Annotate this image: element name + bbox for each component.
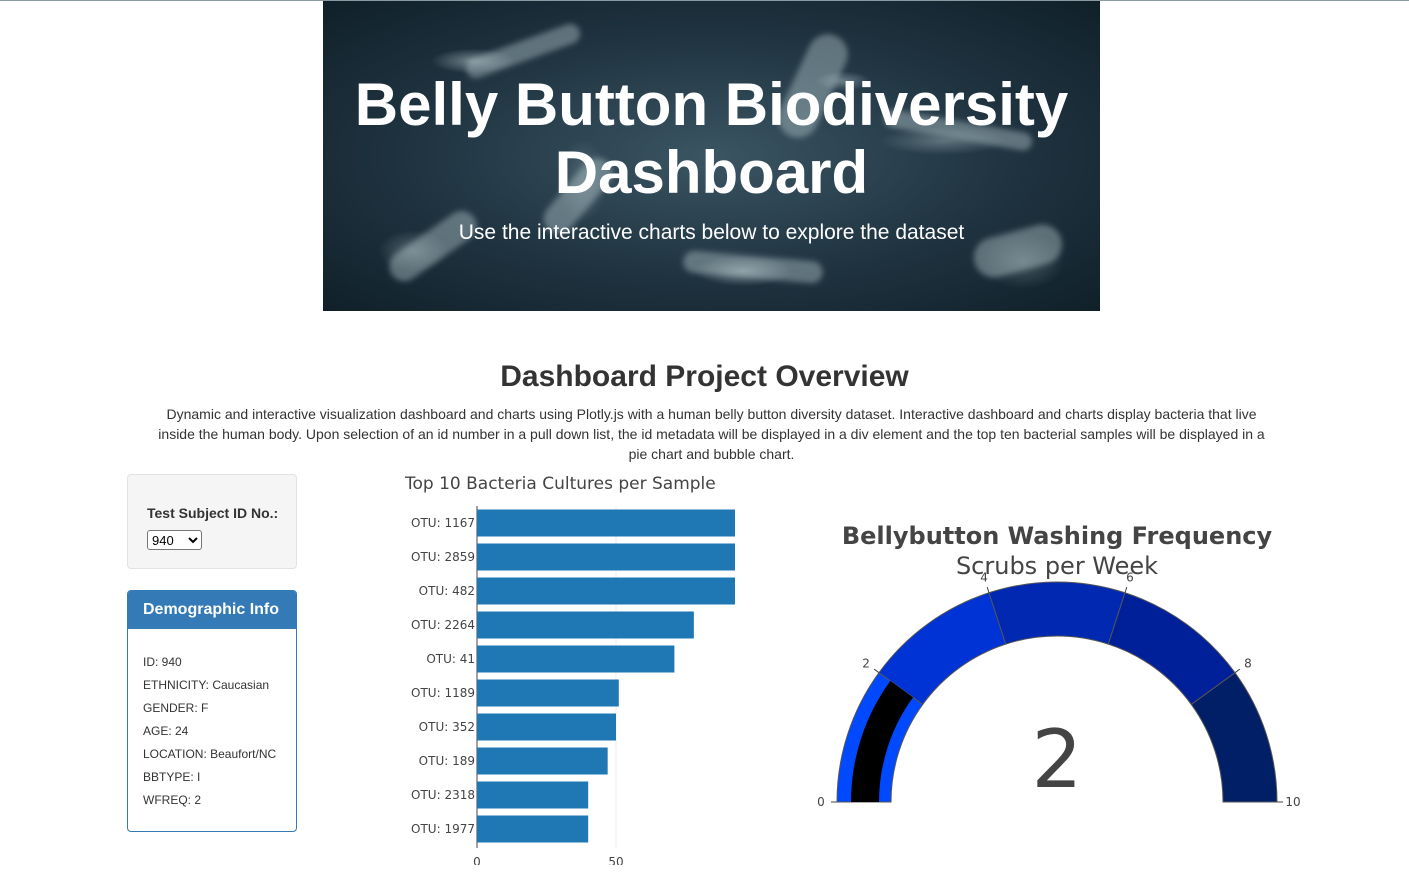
bar-mark[interactable] <box>477 611 694 639</box>
demographic-row-bbtype: BBTYPE: I <box>143 770 201 784</box>
demographic-info-heading: Demographic Info <box>128 591 296 629</box>
demographic-row-location: LOCATION: Beaufort/NC <box>143 747 277 761</box>
demographic-row-id: ID: 940 <box>143 655 182 669</box>
bar-mark[interactable] <box>477 747 608 775</box>
bar-x-tick-label: 50 <box>608 855 623 865</box>
bar-y-tick-label: OTU: 1189 <box>411 686 475 700</box>
gauge-tick-label: 0 <box>817 795 825 809</box>
hero-banner: Belly Button Biodiversity Dashboard Use … <box>323 1 1100 311</box>
gauge-title: Bellybutton Washing Frequency <box>842 522 1273 550</box>
bar-y-tick-label: OTU: 41 <box>426 652 475 666</box>
demographic-info-body: ID: 940 ETHNICITY: Caucasian GENDER: F A… <box>128 629 296 812</box>
bar-y-tick-label: OTU: 1167 <box>411 516 475 530</box>
bacteria-shape <box>682 249 824 285</box>
gauge-tick-label: 6 <box>1126 571 1134 585</box>
gauge-tick-mark <box>1124 586 1128 593</box>
bar-mark[interactable] <box>477 577 735 605</box>
bar-chart-title: Top 10 Bacteria Cultures per Sample <box>404 474 716 494</box>
gauge-value-text: 2 <box>1032 713 1083 806</box>
overview-description: Dynamic and interactive visualization da… <box>158 406 1265 462</box>
top10-bar-chart[interactable]: Top 10 Bacteria Cultures per Sample OTU:… <box>395 465 735 865</box>
bar-mark[interactable] <box>477 509 735 537</box>
demographic-info-panel: Demographic Info ID: 940 ETHNICITY: Cauc… <box>127 590 297 832</box>
bar-x-tick-label: 0 <box>473 855 481 865</box>
page-subtitle: Use the interactive charts below to expl… <box>458 221 965 244</box>
bar-y-tick-label: OTU: 2859 <box>411 550 475 564</box>
bacteria-shape <box>383 205 483 287</box>
gauge-tick-label: 8 <box>1244 656 1252 670</box>
bar-y-tick-label: OTU: 1977 <box>411 822 475 836</box>
demographic-row-gender: GENDER: F <box>143 701 209 715</box>
gauge-tick-mark <box>986 586 990 593</box>
demographic-row-age: AGE: 24 <box>143 724 189 738</box>
demographic-row-wfreq: WFREQ: 2 <box>143 793 202 807</box>
gauge-tick-label: 4 <box>980 571 988 585</box>
bar-y-tick-label: OTU: 189 <box>419 754 475 768</box>
bar-mark[interactable] <box>477 645 675 673</box>
subject-selector-label: Test Subject ID No.: <box>147 505 279 521</box>
bar-y-tick-label: OTU: 482 <box>419 584 475 598</box>
overview-title: Dashboard Project Overview <box>500 360 909 393</box>
bar-mark[interactable] <box>477 679 619 707</box>
bar-y-tick-label: OTU: 352 <box>419 720 475 734</box>
subject-id-dropdown[interactable]: 940 <box>147 530 202 550</box>
gauge-tick-label: 2 <box>862 656 870 670</box>
washing-frequency-gauge[interactable]: Bellybutton Washing Frequency Scrubs per… <box>805 510 1310 820</box>
gauge-tick-mark <box>873 668 880 674</box>
bar-mark[interactable] <box>477 713 616 741</box>
bar-mark[interactable] <box>477 543 735 571</box>
gauge-band <box>988 581 1126 645</box>
bar-mark[interactable] <box>477 781 589 809</box>
page-title: Belly Button Biodiversity Dashboard <box>323 71 1100 207</box>
subject-selector-panel: Test Subject ID No.: 940 <box>127 474 297 569</box>
bar-y-tick-label: OTU: 2318 <box>411 788 475 802</box>
demographic-row-ethnicity: ETHNICITY: Caucasian <box>143 678 270 692</box>
bar-mark[interactable] <box>477 815 589 843</box>
bar-y-tick-label: OTU: 2264 <box>411 618 475 632</box>
page-title-line2: Dashboard <box>554 139 869 206</box>
page-title-line1: Belly Button Biodiversity <box>354 71 1069 138</box>
gauge-tick-label: 10 <box>1285 795 1300 809</box>
gauge-tick-mark <box>1234 668 1241 674</box>
